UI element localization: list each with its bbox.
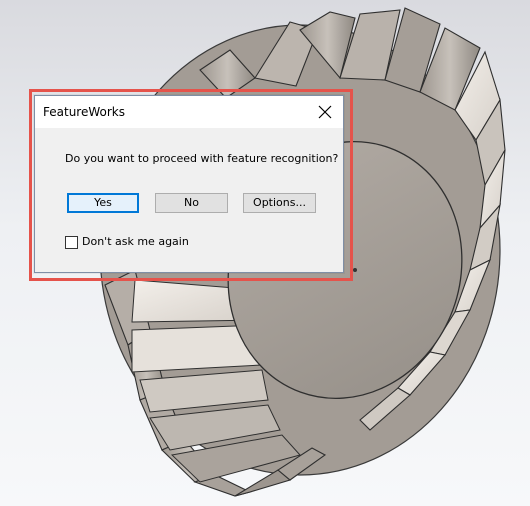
dont-ask-again-checkbox[interactable] (65, 236, 78, 249)
featureworks-dialog: FeatureWorks Do you want to proceed with… (34, 95, 344, 273)
options-button[interactable]: Options... (243, 193, 316, 213)
yes-button[interactable]: Yes (67, 193, 139, 213)
close-button[interactable] (313, 100, 337, 124)
dialog-message: Do you want to proceed with feature reco… (65, 152, 339, 165)
dialog-titlebar[interactable]: FeatureWorks (35, 96, 343, 128)
close-icon (318, 105, 332, 119)
no-button[interactable]: No (155, 193, 228, 213)
dialog-title: FeatureWorks (43, 105, 125, 119)
dont-ask-again-label[interactable]: Don't ask me again (82, 235, 189, 248)
